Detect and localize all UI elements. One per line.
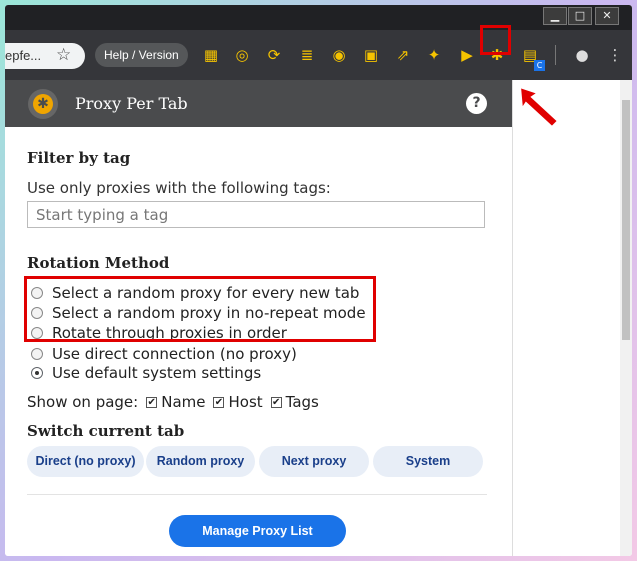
page-content-area <box>512 80 632 556</box>
scrollbar-thumb[interactable] <box>622 100 630 340</box>
radio-label: Use direct connection (no proxy) <box>52 345 297 363</box>
popup-title: Proxy Per Tab <box>75 94 188 113</box>
close-button[interactable]: ✕ <box>595 7 619 25</box>
minimize-button[interactable]: ▁ <box>543 7 567 25</box>
tag-filter-input[interactable] <box>27 201 485 228</box>
divider <box>27 494 487 495</box>
rotation-highlight-box <box>24 276 376 342</box>
ext-6-icon[interactable]: ⇗ <box>392 44 414 66</box>
rotation-heading: Rotation Method <box>27 254 170 272</box>
name-checkbox[interactable]: ✔ <box>146 396 158 408</box>
bookmark-star-icon[interactable]: ☆ <box>56 45 71 65</box>
switch-heading: Switch current tab <box>27 422 185 440</box>
toolbar-divider <box>555 45 556 65</box>
ext-2-icon[interactable]: ◎ <box>231 44 253 66</box>
show-on-page-row: Show on page: ✔ Name ✔ Host ✔ Tags <box>27 392 319 412</box>
name-checkbox-label: Name <box>161 393 206 411</box>
extension-badge: C <box>534 60 545 71</box>
ext-7-icon[interactable]: ✦ <box>423 44 445 66</box>
scrollbar[interactable] <box>620 80 632 556</box>
pointer-arrow-icon <box>518 85 560 129</box>
system-button[interactable]: System <box>373 446 483 477</box>
title-bar: ▁ □ ✕ <box>5 5 632 30</box>
address-text: epfe... <box>5 48 42 63</box>
tags-checkbox[interactable]: ✔ <box>270 396 282 408</box>
ext-1-icon[interactable]: ▦ <box>200 44 222 66</box>
filter-heading: Filter by tag <box>27 149 131 167</box>
browser-window: ▁ □ ✕ epfe... ☆ Help / Version ▦ ◎ ⟳ ≣ ◉ ▣ ⇗ ✦ ▶… <box>5 5 632 556</box>
address-bar[interactable]: epfe... ☆ <box>5 43 85 69</box>
proxy-per-tab-popup: ✱ Proxy Per Tab ? Filter by tag Use only… <box>5 80 512 556</box>
rotation-option-system[interactable]: Use default system settings <box>31 363 261 383</box>
ext-eye-icon[interactable]: ◉ <box>328 44 350 66</box>
extension-highlight-box <box>480 25 511 55</box>
help-version-button[interactable]: Help / Version <box>95 43 188 67</box>
ext-4-icon[interactable]: ≣ <box>296 44 318 66</box>
maximize-button[interactable]: □ <box>568 7 592 25</box>
manage-proxy-list-button[interactable]: Manage Proxy List <box>169 515 346 547</box>
ext-3-icon[interactable]: ⟳ <box>263 44 285 66</box>
direct-button[interactable]: Direct (no proxy) <box>27 446 144 477</box>
profile-icon[interactable]: ● <box>571 44 593 66</box>
help-icon[interactable]: ? <box>466 93 487 114</box>
next-proxy-button[interactable]: Next proxy <box>259 446 369 477</box>
rotation-option-direct[interactable]: Use direct connection (no proxy) <box>31 344 297 364</box>
filter-description: Use only proxies with the following tags… <box>27 179 331 197</box>
ext-5-icon[interactable]: ▣ <box>360 44 382 66</box>
popup-header: ✱ Proxy Per Tab ? <box>5 80 512 127</box>
proxy-logo-icon: ✱ <box>28 89 58 119</box>
radio-label: Use default system settings <box>52 364 262 382</box>
radio-button-selected[interactable] <box>31 367 43 379</box>
tags-checkbox-label: Tags <box>285 393 319 411</box>
random-proxy-button[interactable]: Random proxy <box>146 446 255 477</box>
browser-menu-icon[interactable]: ⋮ <box>604 44 626 66</box>
browser-toolbar: epfe... ☆ Help / Version ▦ ◎ ⟳ ≣ ◉ ▣ ⇗ ✦ ▶ ✱ ▤ C ●… <box>5 30 632 80</box>
radio-button[interactable] <box>31 348 43 360</box>
ext-play-icon[interactable]: ▶ <box>456 44 478 66</box>
host-checkbox-label: Host <box>228 393 263 411</box>
show-on-page-label: Show on page: <box>27 393 139 411</box>
host-checkbox[interactable]: ✔ <box>213 396 225 408</box>
